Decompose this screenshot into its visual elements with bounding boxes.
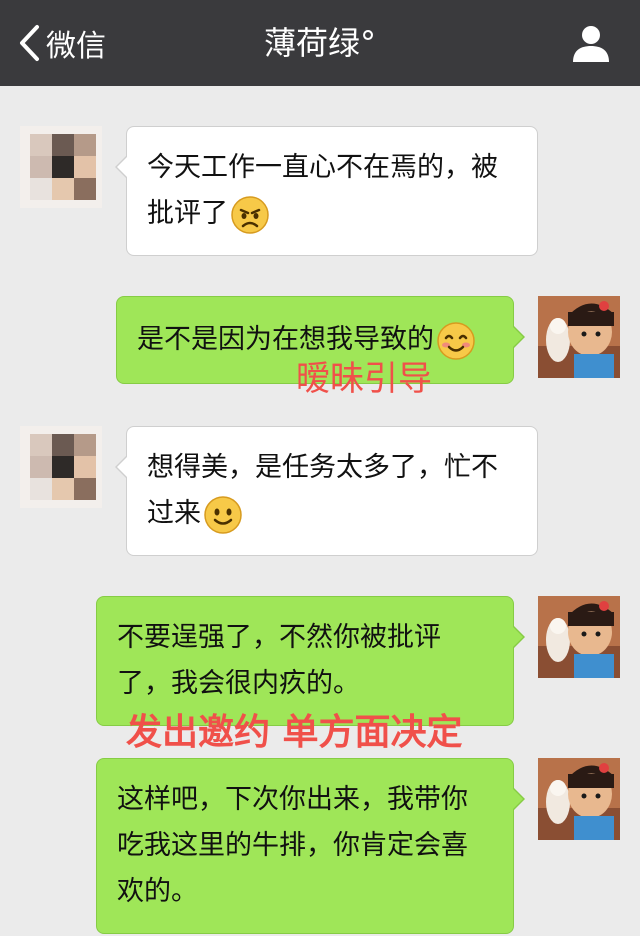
- incoming-message-bubble[interactable]: 想得美，是任务太多了，忙不过来: [115, 426, 538, 556]
- my-avatar[interactable]: [538, 596, 620, 678]
- my-avatar[interactable]: [538, 296, 620, 378]
- message-text: 不要逞强了，不然你被批评了，我会很内疚的。: [117, 622, 441, 699]
- message-text: 想得美，是任务太多了，忙不过来: [147, 452, 498, 529]
- message-text: 这样吧，下次你出来，我带你吃我这里的牛排，你肯定会喜欢的。: [117, 784, 468, 907]
- contact-avatar[interactable]: [20, 126, 102, 208]
- message-text: 是不是因为在想我导致的: [137, 324, 434, 355]
- smile-emoji: [204, 495, 242, 534]
- my-avatar[interactable]: [538, 758, 620, 840]
- chat-title: 薄荷绿°: [263, 24, 376, 62]
- outgoing-message-bubble[interactable]: 这样吧，下次你出来，我带你吃我这里的牛排，你肯定会喜欢的。: [96, 758, 525, 934]
- outgoing-message-bubble[interactable]: 不要逞强了，不然你被批评了，我会很内疚的。: [96, 596, 525, 726]
- sad-face-emoji: [231, 195, 269, 234]
- top-nav-bar: 微信 薄荷绿°: [0, 0, 640, 86]
- incoming-message-bubble[interactable]: 今天工作一直心不在焉的，被批评了: [115, 126, 538, 256]
- message-text: 今天工作一直心不在焉的，被批评了: [147, 152, 498, 229]
- contact-avatar[interactable]: [20, 426, 102, 508]
- annotation-label: 暧昧引导: [296, 359, 432, 399]
- blushing-smile-emoji: [437, 321, 475, 360]
- person-icon: [573, 26, 609, 62]
- profile-button[interactable]: [570, 22, 612, 64]
- annotation-label: 发出邀约 单方面决定: [126, 712, 463, 753]
